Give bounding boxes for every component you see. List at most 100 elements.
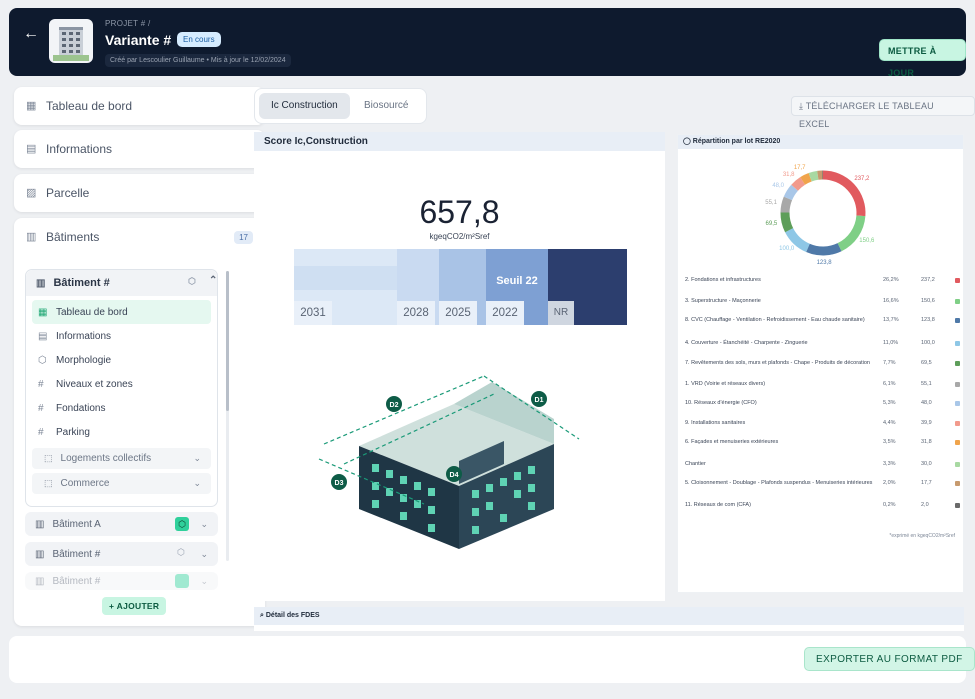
- row-label: 8. CVC (Chauffage - Ventilation - Refroi…: [685, 317, 865, 323]
- sidebar-item-label: Parcelle: [46, 186, 90, 200]
- chevron-down-icon[interactable]: ⌄: [200, 519, 208, 530]
- export-pdf-button[interactable]: EXPORTER AU FORMAT PDF: [804, 647, 975, 671]
- building-illustration: D1 D2 D3 D4: [318, 375, 580, 549]
- row-label: 1. VRD (Voirie et réseaux divers): [685, 381, 766, 387]
- facade-label-d3: D3: [335, 480, 344, 487]
- subitem-label: Informations: [56, 330, 112, 342]
- facade-label-d1: D1: [535, 397, 544, 404]
- sidebar-item-label: Informations: [46, 142, 113, 156]
- building-subitem-parking[interactable]: # Parking: [26, 420, 217, 444]
- building-name: Bâtiment #: [53, 277, 110, 289]
- subitem-label: Morphologie: [56, 354, 112, 366]
- row-color-swatch: [955, 382, 960, 387]
- search-icon: ⌕: [260, 612, 264, 619]
- meta-info: Créé par Lescoulier Guillaume • Mis à jo…: [105, 54, 291, 67]
- donut-slice: [783, 184, 799, 201]
- top-header: ← PROJET # / Variante # En cours Créé pa…: [9, 8, 966, 78]
- row-percent: 5,3%: [883, 400, 896, 406]
- download-icon: ⤓: [799, 101, 804, 111]
- add-building-button[interactable]: + AJOUTER: [102, 597, 167, 615]
- row-label: 6. Façades et menuiseries extérieures: [685, 439, 779, 445]
- cube-active-icon[interactable]: [175, 574, 189, 588]
- building-subitem-niveaux[interactable]: # Niveaux et zones: [26, 372, 217, 396]
- row-value: 30,0: [921, 461, 932, 467]
- building-item-a[interactable]: ▥ Bâtiment A ⬡ ⌄: [25, 512, 218, 536]
- year-2022: 2022: [486, 301, 524, 325]
- donut-slice: [791, 177, 806, 191]
- download-excel-button[interactable]: ⤓ TÉLÉCHARGER LE TABLEAU EXCEL: [791, 96, 975, 129]
- info-card-icon: ▤: [38, 330, 48, 342]
- dotted-square-icon: ⬚: [44, 478, 53, 488]
- row-value: 31,8: [921, 439, 932, 445]
- score-title: Score Ic,Construction: [254, 132, 665, 151]
- building-subitem-fondations[interactable]: # Fondations: [26, 396, 217, 420]
- breadcrumb[interactable]: PROJET # /: [105, 19, 151, 28]
- building-expanded: ▥ Bâtiment # ⬡ ⌃ ▦ Tableau de bord ▤ Infor…: [25, 269, 218, 507]
- row-value: 69,5: [921, 360, 932, 366]
- donut-slice: [780, 196, 793, 213]
- building-icon: ▥: [26, 231, 37, 243]
- group-label: Commerce: [60, 478, 110, 489]
- score-value: 657,8: [419, 194, 500, 230]
- cube-outline-icon[interactable]: ⬡: [188, 276, 196, 287]
- sidebar-item-dashboard[interactable]: ▦ Tableau de bord: [14, 87, 265, 125]
- donut-value-label: 55,1: [765, 199, 777, 206]
- group-logements[interactable]: ⬚ Logements collectifs ⌄: [32, 448, 211, 469]
- cube-outline-icon[interactable]: ⬡: [177, 547, 185, 558]
- building-header[interactable]: ▥ Bâtiment # ⬡ ⌃: [26, 270, 217, 296]
- building-subitem-informations[interactable]: ▤ Informations: [26, 324, 217, 348]
- refresh-circle-icon: ◯: [683, 138, 691, 145]
- score-panel: Score Ic,Construction 657,8 kgeqCO2/m²Sr…: [254, 132, 665, 601]
- building-icon: ▥: [36, 277, 46, 289]
- building-subitem-dashboard[interactable]: ▦ Tableau de bord: [32, 300, 211, 324]
- fdes-header[interactable]: ⌕ Détail des FDES: [254, 607, 964, 625]
- sidebar-item-parcelle[interactable]: ▨ Parcelle: [14, 174, 265, 212]
- row-color-swatch: [955, 278, 960, 283]
- donut-slice: [785, 227, 810, 253]
- sidebar-scrollbar[interactable]: [226, 271, 229, 561]
- row-color-swatch: [955, 421, 960, 426]
- row-label: 4. Couverture - Étanchéité - Charpente -…: [685, 340, 808, 346]
- row-percent: 0,2%: [883, 502, 896, 508]
- subitem-label: Fondations: [56, 402, 106, 414]
- arrow-left-icon[interactable]: ←: [23, 25, 39, 43]
- donut-value-label: 17,7: [793, 165, 806, 172]
- donut-value-label: 69,5: [765, 221, 778, 228]
- chevron-down-icon[interactable]: ⌄: [193, 453, 201, 464]
- add-label: AJOUTER: [116, 601, 160, 611]
- chevron-down-icon[interactable]: ⌄: [193, 478, 201, 489]
- tab-ic-construction[interactable]: Ic Construction: [259, 93, 350, 119]
- chevron-up-icon[interactable]: ⌃: [209, 275, 217, 286]
- row-value: 17,7: [921, 480, 932, 486]
- cube-active-icon[interactable]: ⬡: [175, 517, 189, 531]
- building-item-2[interactable]: ▥ Bâtiment # ⬡ ⌄: [25, 542, 218, 566]
- chevron-down-icon[interactable]: ⌄: [200, 576, 208, 587]
- cube-icon: ⬡: [38, 354, 47, 366]
- row-color-swatch: [955, 299, 960, 304]
- facade-label-d4: D4: [450, 472, 459, 479]
- tab-biosource[interactable]: Biosourcé: [352, 93, 420, 119]
- grid-icon: #: [38, 402, 44, 414]
- row-value: 100,0: [921, 340, 935, 346]
- buildings-count-badge: 17: [234, 231, 253, 244]
- row-label: 5. Cloisonnement - Doublage - Plafonds s…: [685, 480, 873, 486]
- sidebar-item-informations[interactable]: ▤ Informations: [14, 130, 265, 168]
- sidebar-item-batiments[interactable]: ▥ Bâtiments: [14, 218, 265, 256]
- row-value: 150,6: [921, 298, 935, 304]
- row-color-swatch: [955, 401, 960, 406]
- building-icon: ▥: [35, 575, 45, 587]
- year-2028: 2028: [397, 301, 435, 325]
- building-subitem-morphologie[interactable]: ⬡ Morphologie: [26, 348, 217, 372]
- building-item-3[interactable]: ▥ Bâtiment # ⌄: [25, 572, 218, 590]
- row-label: 7. Revêtements des sols, murs et plafond…: [685, 360, 870, 366]
- indicator-tabs: Ic Construction Biosourcé: [254, 88, 427, 124]
- chevron-down-icon[interactable]: ⌄: [200, 549, 208, 560]
- update-button[interactable]: METTRE À JOUR: [879, 39, 966, 78]
- row-label: 3. Superstructure - Maçonnerie: [685, 298, 761, 304]
- group-commerce[interactable]: ⬚ Commerce ⌄: [32, 473, 211, 494]
- sidebar-buildings-panel: ▥ Bâtiments 17 ▥ Bâtiment # ⬡ ⌃ ▦ Tableau …: [14, 218, 265, 626]
- dashboard-icon: ▦: [38, 306, 48, 318]
- threshold-scale: Seuil 22 2031 2028 2025 2022 NR: [294, 249, 627, 325]
- donut-slice: [800, 173, 812, 185]
- donut-value-label: 31,8: [782, 171, 795, 178]
